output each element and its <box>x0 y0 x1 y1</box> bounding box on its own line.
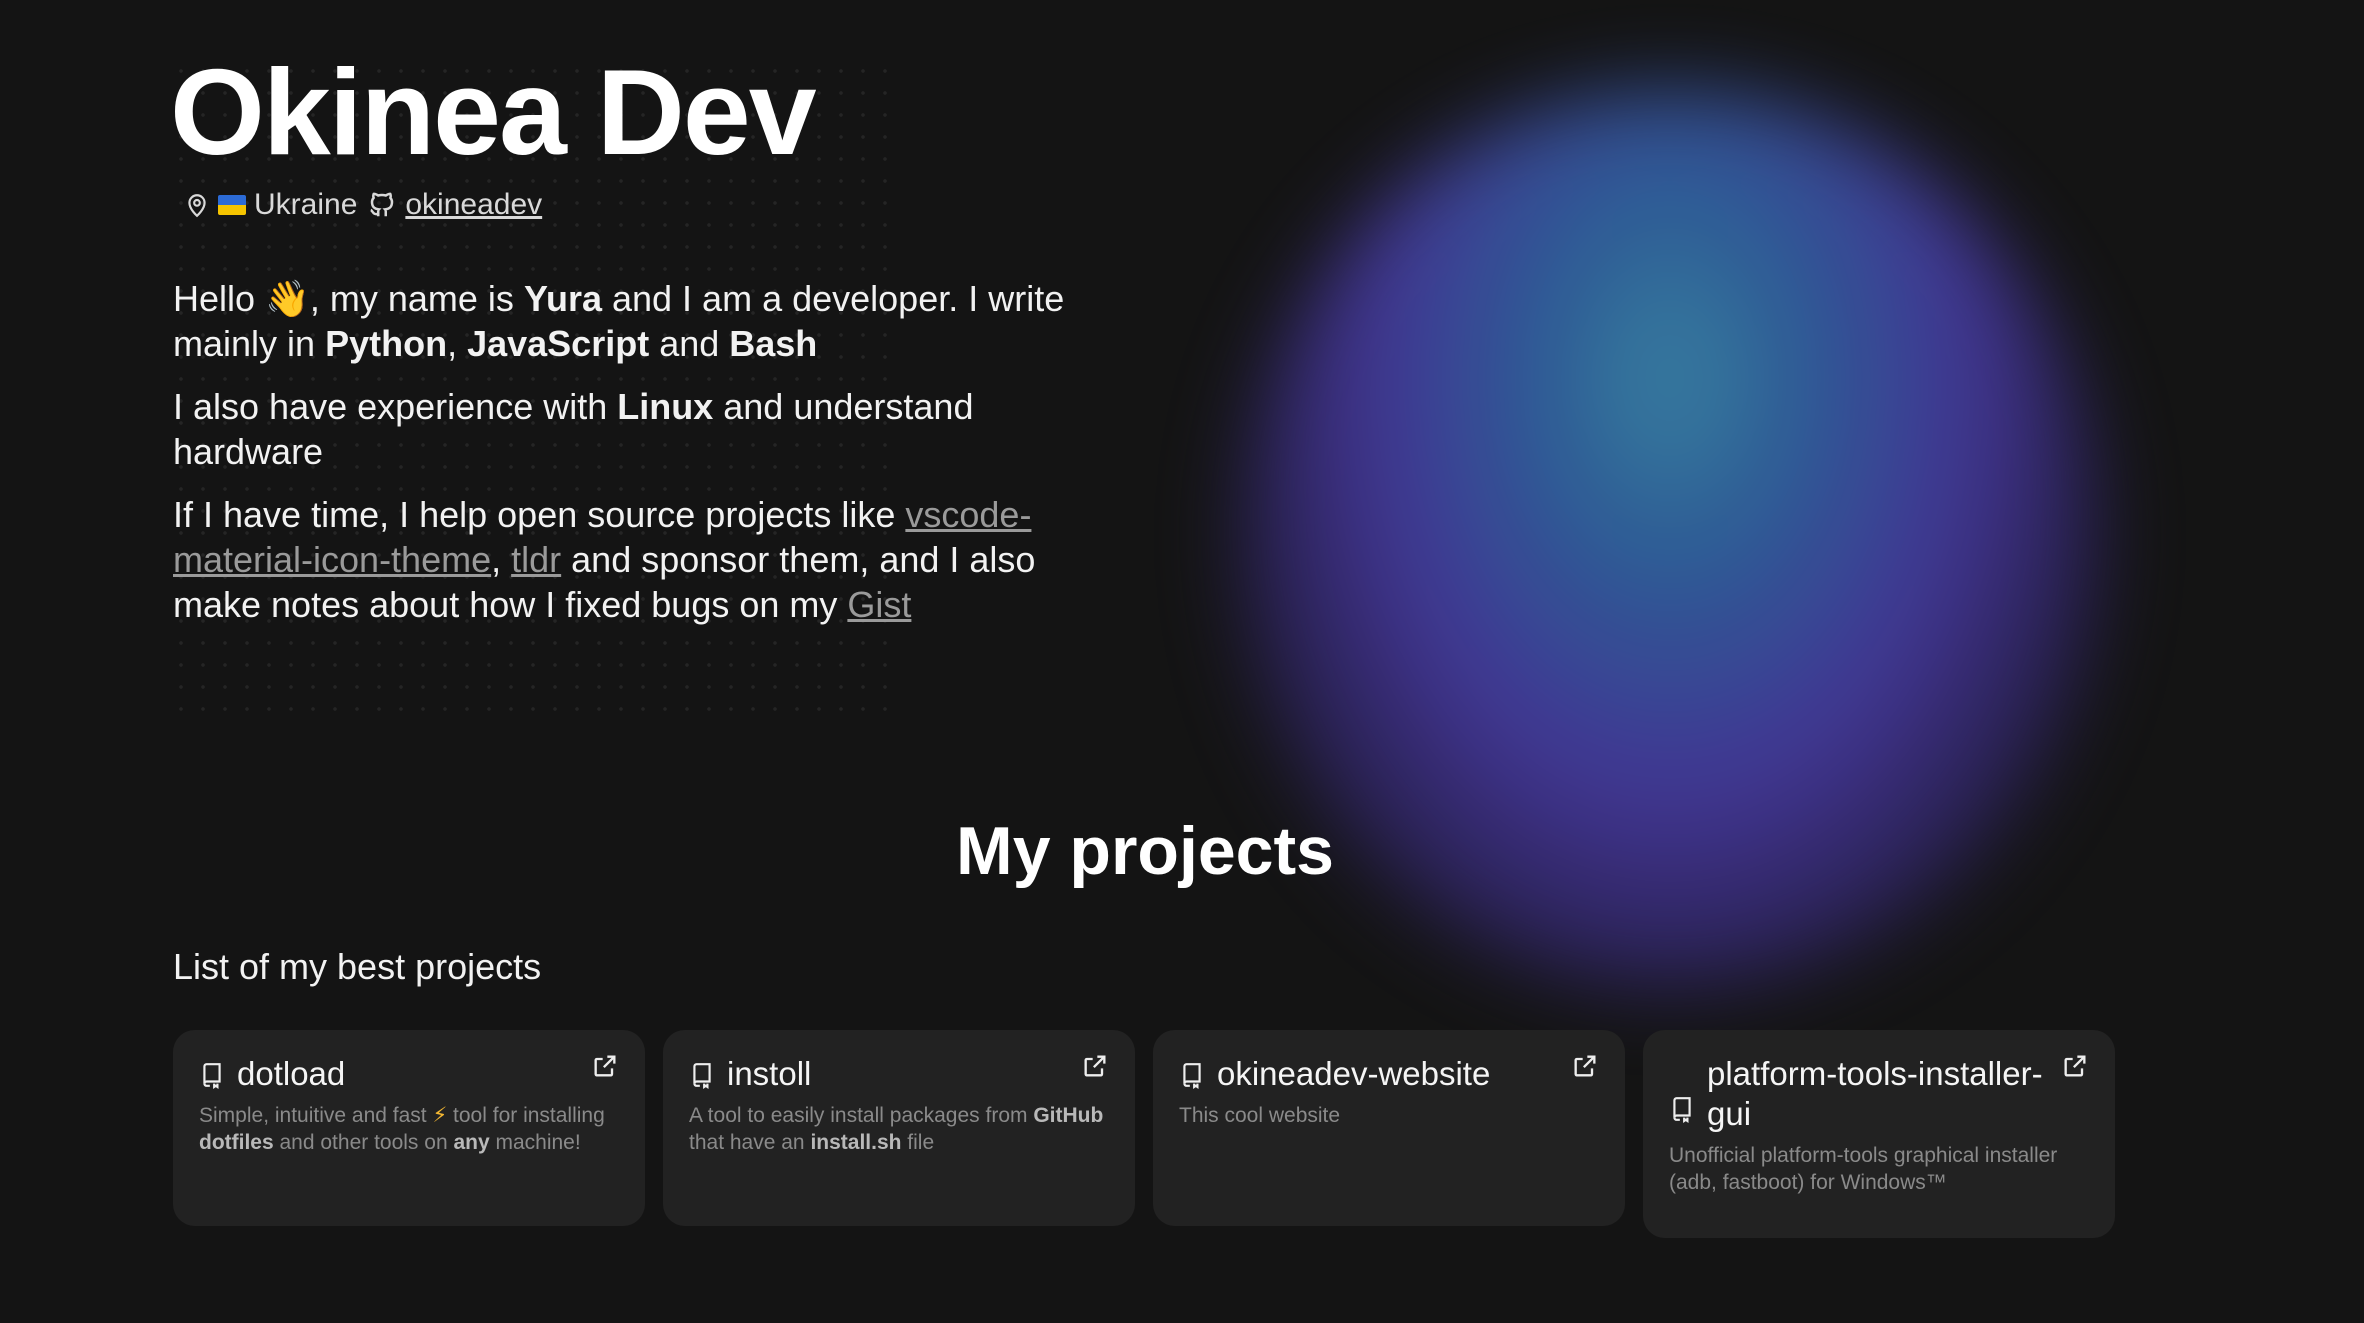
desc-bold: any <box>453 1131 490 1154</box>
desc-text: Unofficial platform-tools graphical inst… <box>1669 1144 2058 1194</box>
location-label: Ukraine <box>254 188 358 221</box>
external-link-icon[interactable] <box>2061 1052 2089 1080</box>
project-card-dotload[interactable]: dotload Simple, intuitive and fast ⚡ too… <box>173 1030 645 1226</box>
external-link-icon[interactable] <box>1081 1052 1109 1080</box>
project-name: dotload <box>237 1055 346 1092</box>
card-header: instoll <box>689 1054 1109 1094</box>
bio-language: JavaScript <box>467 323 650 364</box>
project-description: A tool to easily install packages from G… <box>689 1102 1109 1156</box>
project-card-instoll[interactable]: instoll A tool to easily install package… <box>663 1030 1135 1226</box>
project-description: This cool website <box>1179 1102 1599 1129</box>
desc-text: Simple, intuitive and fast <box>199 1104 433 1127</box>
bio-text: , <box>491 539 512 580</box>
project-cards: dotload Simple, intuitive and fast ⚡ too… <box>173 1030 2115 1238</box>
card-header: okineadev-website <box>1179 1054 1599 1094</box>
bio-paragraph-opensource: If I have time, I help open source proje… <box>173 492 1093 627</box>
ukraine-flag-icon <box>218 195 246 215</box>
projects-subtitle: List of my best projects <box>173 946 542 987</box>
profile-meta: Ukraine okineadev <box>184 188 542 222</box>
bio: Hello 👋, my name is Yura and I am a deve… <box>173 276 1093 645</box>
bio-skill: Linux <box>617 386 714 427</box>
desc-text: that have an <box>689 1131 811 1154</box>
project-name: platform-tools-installer-gui <box>1707 1055 2043 1132</box>
external-link-icon[interactable] <box>591 1052 619 1080</box>
repo-icon <box>203 1063 221 1089</box>
bio-name: Yura <box>523 278 602 319</box>
repo-icon <box>1673 1097 1691 1123</box>
project-description: Unofficial platform-tools graphical inst… <box>1669 1142 2089 1196</box>
card-header: dotload <box>199 1054 619 1094</box>
github-link[interactable]: okineadev <box>405 188 542 222</box>
gist-link[interactable]: Gist <box>847 584 911 625</box>
bio-text: If I have time, I help open source proje… <box>173 494 906 535</box>
page-title: Okinea Dev <box>170 44 817 180</box>
desc-bold: GitHub <box>1033 1104 1104 1127</box>
external-link-icon[interactable] <box>1571 1052 1599 1080</box>
bio-text: I also have experience with <box>173 386 618 427</box>
desc-text: machine! <box>489 1131 581 1154</box>
tldr-link[interactable]: tldr <box>511 539 561 580</box>
bio-text: , <box>447 323 468 364</box>
desc-text: file <box>901 1131 935 1154</box>
bio-paragraph-intro: Hello 👋, my name is Yura and I am a deve… <box>173 276 1093 366</box>
repo-icon <box>1183 1063 1201 1089</box>
location-pin-icon <box>188 194 206 218</box>
projects-title: My projects <box>956 813 1334 889</box>
waving-hand-emoji: 👋 <box>265 278 310 319</box>
project-name: instoll <box>727 1055 812 1092</box>
project-card-okineadev-website[interactable]: okineadev-website This cool website <box>1153 1030 1625 1226</box>
project-description: Simple, intuitive and fast ⚡ tool for in… <box>199 1102 619 1156</box>
desc-text: This cool website <box>1179 1104 1341 1127</box>
desc-text: A tool to easily install packages from <box>689 1104 1034 1127</box>
desc-bold: dotfiles <box>199 1131 274 1154</box>
bio-text: Hello <box>173 278 266 319</box>
github-icon <box>370 192 394 217</box>
project-name: okineadev-website <box>1217 1055 1491 1092</box>
bio-language: Bash <box>729 323 818 364</box>
desc-text: and other tools on <box>273 1131 454 1154</box>
bio-language: Python <box>325 323 448 364</box>
bio-text: and <box>649 323 730 364</box>
lightning-emoji: ⚡ <box>432 1104 448 1127</box>
bio-paragraph-experience: I also have experience with Linux and un… <box>173 384 1093 474</box>
github-profile: okineadev <box>367 188 542 222</box>
desc-text: tool for installing <box>447 1104 605 1127</box>
desc-bold: install.sh <box>810 1131 902 1154</box>
repo-icon <box>693 1063 711 1089</box>
location: Ukraine <box>184 188 357 222</box>
project-card-platform-tools-installer-gui[interactable]: platform-tools-installer-gui Unofficial … <box>1643 1030 2115 1238</box>
bio-text: , my name is <box>309 278 524 319</box>
card-header: platform-tools-installer-gui <box>1669 1054 2089 1134</box>
